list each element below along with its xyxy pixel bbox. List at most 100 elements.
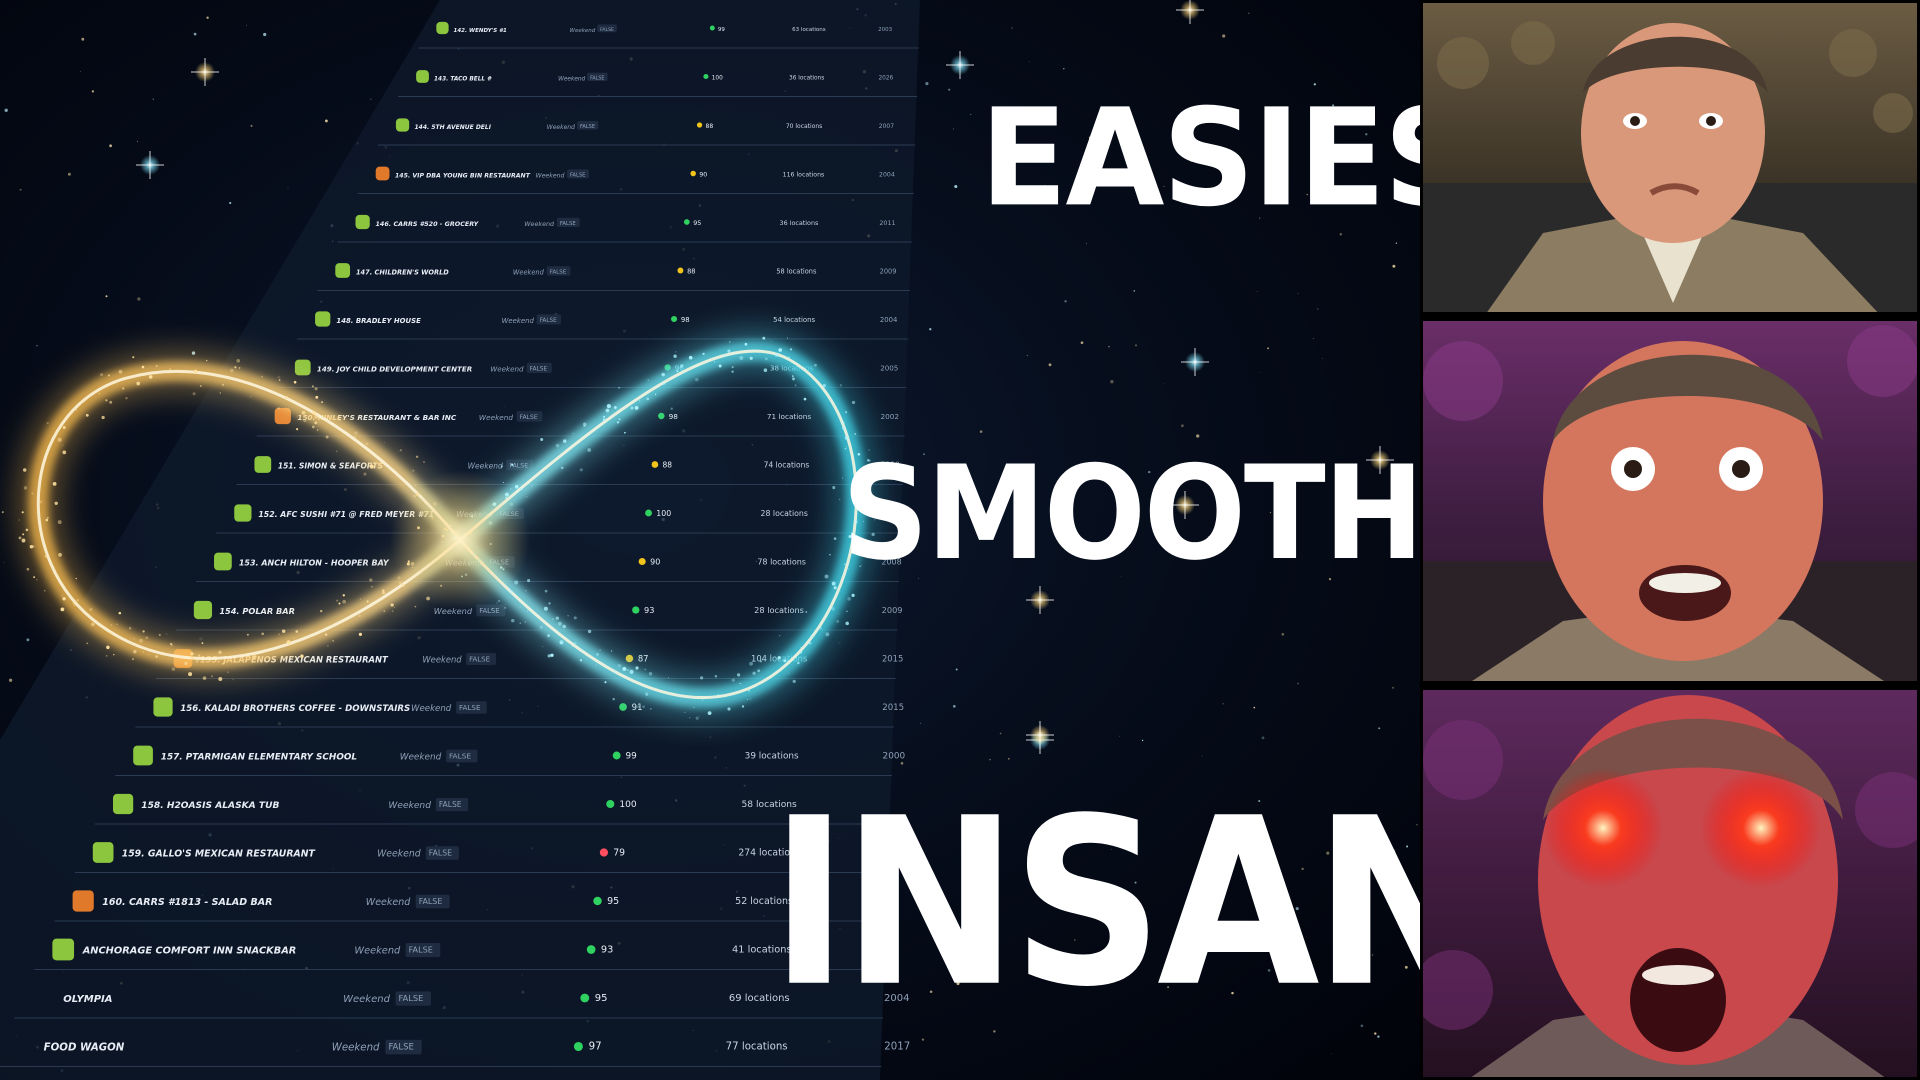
infinity-sparkle (33, 576, 36, 579)
infinity-sparkle (841, 420, 846, 425)
infinity-sparkle (193, 369, 198, 374)
infinity-sparkle (370, 464, 374, 469)
infinity-sparkle (139, 638, 143, 643)
infinity-sparkle (188, 672, 193, 677)
infinity-sparkle (777, 656, 781, 660)
infinity-sparkle (85, 413, 89, 417)
infinity-sparkle (18, 536, 22, 540)
infinity-sparkle (116, 623, 118, 625)
infinity-sparkle (170, 643, 174, 647)
infinity-sparkle (527, 579, 531, 583)
infinity-sparkle (842, 426, 845, 430)
infinity-sparkle (778, 348, 783, 352)
infinity-sparkle (278, 379, 281, 381)
infinity-sparkle (21, 511, 24, 514)
infinity-sparkle (757, 669, 761, 673)
infinity-sparkle (787, 660, 789, 662)
infinity-sparkle (192, 657, 195, 660)
infinity-sparkle (122, 387, 125, 390)
infinity-sparkle (839, 384, 843, 387)
infinity-sparkle (252, 654, 257, 659)
infinity-sparkle (142, 651, 145, 653)
infinity-sparkle (833, 586, 837, 590)
infinity-sparkle (602, 418, 606, 421)
infinity-sparkle (192, 392, 196, 396)
infinity-sparkle (45, 518, 49, 522)
infinity-sparkle (634, 405, 639, 410)
infinity-sparkle (583, 425, 586, 428)
infinity-sparkle (363, 472, 367, 476)
infinity-sparkle (321, 401, 323, 403)
infinity-sparkle (854, 432, 857, 435)
infinity-sparkle (504, 607, 506, 609)
infinity-sparkle (800, 646, 802, 649)
infinity-sparkle (109, 632, 112, 634)
infinity-sparkle (617, 663, 622, 668)
right-laser-eye (1701, 768, 1821, 888)
infinity-sparkle (525, 590, 527, 592)
infinity-sparkle (201, 642, 204, 644)
infinity-sparkle (44, 590, 46, 592)
infinity-sparkle (109, 400, 113, 404)
infinity-sparkle (312, 411, 316, 415)
infinity-sparkle (136, 381, 141, 386)
infinity-sparkle (110, 624, 113, 626)
infinity-sparkle (62, 426, 66, 429)
infinity-sparkle (106, 645, 110, 650)
infinity-sparkle (99, 373, 104, 377)
infinity-sparkle (791, 375, 794, 377)
infinity-sparkle (113, 654, 115, 656)
infinity-sparkle (365, 442, 369, 446)
infinity-sparkle (741, 705, 745, 708)
infinity-sparkle (246, 633, 249, 636)
infinity-sparkle (739, 682, 741, 685)
infinity-sparkle (35, 512, 37, 514)
meme-panel-calm (1420, 0, 1920, 315)
vince-mcmahon-glowing-eyes-face (1423, 695, 1917, 1077)
infinity-sparkle (155, 655, 159, 658)
infinity-sparkle (727, 349, 731, 353)
infinity-sparkle (221, 383, 225, 386)
infinity-sparkle (158, 633, 161, 636)
infinity-sparkle (847, 597, 851, 601)
infinity-sparkle (544, 589, 548, 593)
infinity-sparkle (171, 667, 176, 671)
infinity-sparkle (731, 366, 734, 369)
infinity-sparkle (783, 659, 787, 663)
infinity-sparkle (699, 716, 700, 718)
left-laser-eye (1543, 768, 1663, 888)
infinity-sparkle (729, 341, 731, 343)
infinity-sparkle (771, 368, 773, 370)
infinity-sparkle (293, 380, 297, 384)
infinity-sparkle (531, 485, 533, 487)
infinity-sparkle (44, 554, 48, 558)
infinity-sparkle (707, 711, 712, 715)
infinity-sparkle (238, 367, 241, 369)
infinity-sparkle (547, 634, 550, 637)
infinity-sparkle (611, 650, 613, 652)
infinity-sparkle (550, 653, 554, 657)
infinity-sparkle (646, 397, 650, 401)
infinity-sparkle (315, 395, 319, 399)
infinity-sparkle (595, 664, 597, 666)
infinity-sparkle (336, 450, 338, 452)
infinity-sparkle (799, 651, 803, 654)
infinity-sparkle (54, 501, 58, 505)
infinity-sparkle (46, 422, 49, 425)
infinity-sparkle (718, 364, 722, 368)
infinity-sparkle (498, 600, 501, 602)
infinity-sparkle (397, 576, 401, 580)
infinity-sparkle (515, 485, 519, 489)
infinity-sparkle (654, 393, 657, 396)
infinity-sparkle (118, 611, 122, 615)
infinity-sparkle (825, 632, 830, 637)
infinity-sparkle (390, 466, 392, 468)
infinity-sparkle (369, 578, 373, 582)
infinity-sparkle (338, 419, 341, 422)
infinity-sparkle (57, 520, 62, 525)
infinity-sparkle (819, 626, 823, 630)
infinity-sparkle (47, 516, 49, 519)
infinity-sparkle (824, 574, 829, 579)
infinity-sparkle (383, 610, 386, 612)
infinity-sparkle (72, 601, 76, 605)
